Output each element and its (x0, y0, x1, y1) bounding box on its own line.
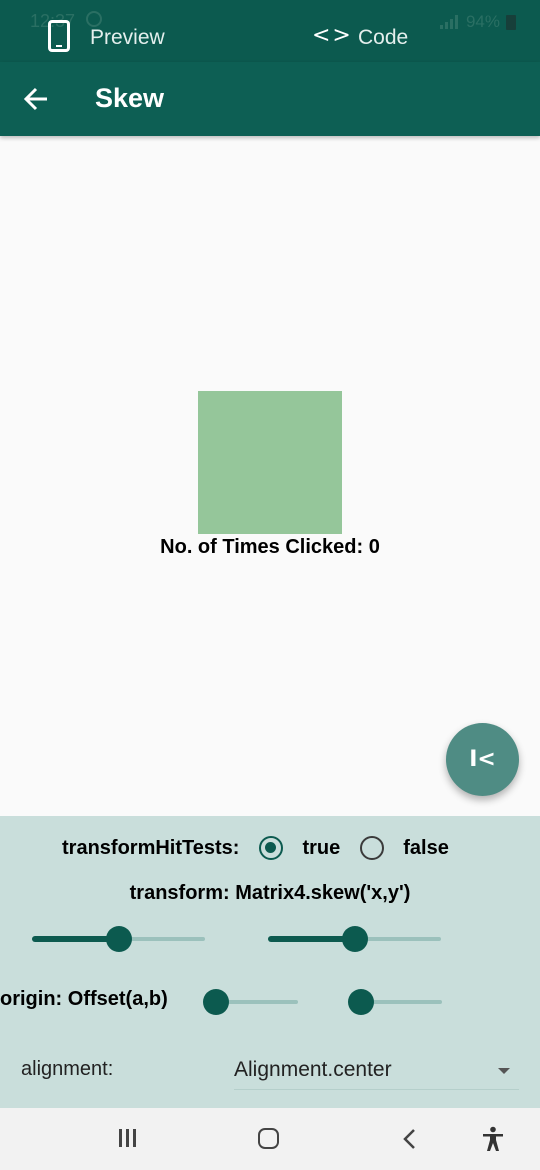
home-icon[interactable] (258, 1128, 279, 1149)
alignment-dropdown[interactable]: Alignment.center (234, 1052, 519, 1090)
hit-tests-label: transformHitTests: (62, 836, 240, 859)
tab-code-label: Code (358, 26, 409, 49)
signal-icon (439, 15, 458, 29)
origin-b-slider[interactable] (348, 989, 442, 1015)
top-tab-bar: 12:37 94% Preview <> Code (0, 0, 540, 62)
app-bar: Skew (0, 62, 540, 136)
origin-a-slider[interactable] (203, 989, 298, 1015)
recent-apps-icon[interactable] (118, 1129, 138, 1149)
radio-true[interactable] (259, 836, 284, 860)
dropdown-arrow-icon (498, 1068, 510, 1074)
tab-preview[interactable]: Preview (46, 20, 165, 56)
hit-tests-row: transformHitTests: true false (62, 836, 449, 860)
tab-code[interactable]: <> Code (312, 20, 408, 56)
alignment-value: Alignment.center (234, 1058, 392, 1081)
phone-icon (48, 20, 70, 52)
controls-panel: transformHitTests: true false transform:… (0, 816, 540, 1108)
tab-preview-label: Preview (90, 26, 165, 49)
origin-label: origin: Offset(a,b) (0, 988, 168, 1010)
page-title: Skew (95, 83, 165, 113)
transform-box[interactable] (198, 391, 342, 534)
accessibility-icon[interactable] (481, 1126, 505, 1152)
battery-percent: 94% (465, 12, 500, 31)
radio-true-label[interactable]: true (302, 837, 340, 860)
clicked-count-label: No. of Times Clicked: 0 (160, 536, 380, 558)
status-indicators: 94% (438, 12, 516, 32)
system-nav-bar (0, 1108, 540, 1170)
back-icon[interactable] (400, 1128, 420, 1150)
skip-to-start-icon: I< (469, 747, 496, 772)
arrow-left-icon[interactable] (22, 84, 52, 114)
alignment-label: alignment: (21, 1058, 114, 1080)
radio-false-label[interactable]: false (403, 837, 449, 860)
skew-x-slider[interactable] (32, 926, 205, 952)
code-brackets-icon: <> (312, 23, 353, 48)
radio-false[interactable] (360, 836, 385, 860)
transform-label: transform: Matrix4.skew('x,y') (129, 882, 411, 904)
skew-y-slider[interactable] (268, 926, 441, 952)
reset-fab-button[interactable]: I< (446, 723, 519, 796)
battery-icon (506, 14, 516, 30)
